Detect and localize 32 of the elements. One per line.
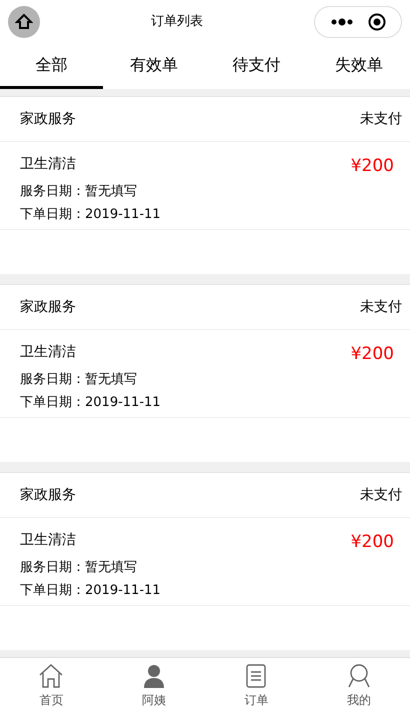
order-status: 未支付: [360, 298, 402, 316]
order-price: ¥200: [350, 343, 394, 366]
nav-item[interactable]: 首页: [0, 658, 102, 713]
tab[interactable]: 待支付: [205, 44, 308, 89]
tab[interactable]: 失效单: [308, 44, 410, 89]
order-date: 下单日期：2019-11-11: [20, 206, 162, 224]
nav-item[interactable]: 阿姨: [102, 658, 205, 713]
order-status: 未支付: [360, 486, 402, 504]
service-date: 服务日期：暂无填写: [20, 370, 138, 388]
nav-item[interactable]: 我的: [308, 658, 410, 713]
page-title: 订单列表: [151, 13, 203, 32]
order-price: ¥200: [350, 155, 394, 178]
order-price: ¥200: [350, 531, 394, 554]
home-button[interactable]: [8, 6, 40, 38]
order-status: 未支付: [360, 110, 402, 128]
service-name: 卫生清洁: [20, 343, 76, 362]
user-icon: [346, 662, 372, 688]
more-icon[interactable]: [330, 18, 354, 26]
order-category: 家政服务: [20, 110, 76, 128]
service-name: 卫生清洁: [20, 155, 76, 174]
order-category: 家政服务: [20, 298, 76, 316]
service-date: 服务日期：暂无填写: [20, 182, 138, 200]
nav-item[interactable]: 订单: [205, 658, 308, 713]
order-card[interactable]: 家政服务 未支付 卫生清洁 ¥200 服务日期：暂无填写 下单日期：2019-11-11: [0, 472, 410, 650]
service-name: 卫生清洁: [20, 531, 76, 550]
order-date: 下单日期：2019-11-11: [20, 394, 162, 412]
order-category: 家政服务: [20, 486, 76, 504]
service-date: 服务日期：暂无填写: [20, 558, 138, 576]
order-card[interactable]: 家政服务 未支付 卫生清洁 ¥200 服务日期：暂无填写 下单日期：2019-11-11: [0, 96, 410, 274]
tab[interactable]: 有效单: [102, 44, 205, 89]
order-card[interactable]: 家政服务 未支付 卫生清洁 ¥200 服务日期：暂无填写 下单日期：2019-11-11: [0, 284, 410, 462]
order-date: 下单日期：2019-11-11: [20, 582, 162, 600]
